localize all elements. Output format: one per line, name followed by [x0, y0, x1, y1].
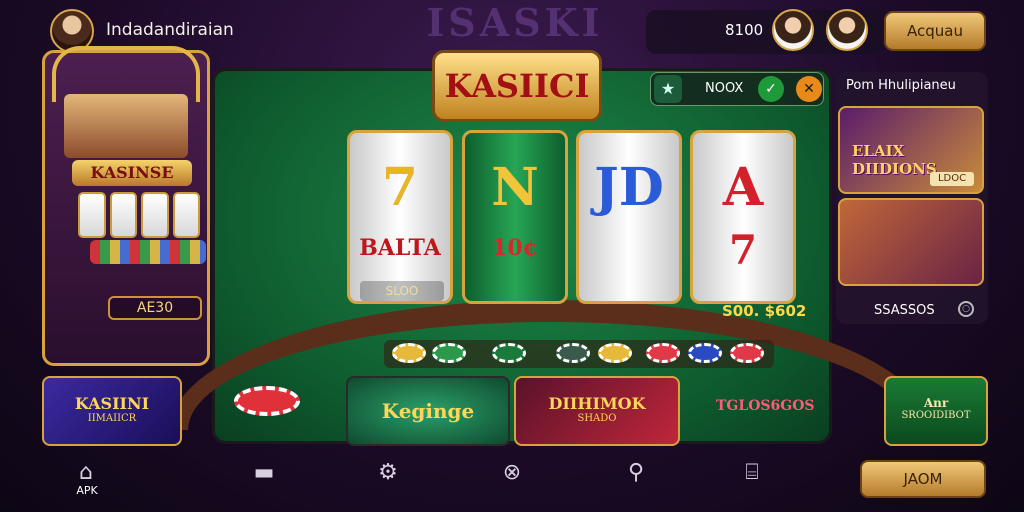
- friend-avatar[interactable]: [772, 9, 814, 51]
- chip[interactable]: [556, 343, 590, 363]
- game-card-badge: LDOC: [930, 172, 974, 186]
- win-amount: S00. $602: [722, 302, 807, 320]
- banner-keginge[interactable]: Keginge: [346, 376, 510, 446]
- banner-subtitle: SHADO: [577, 413, 617, 424]
- refresh-icon[interactable]: ○: [958, 301, 974, 317]
- reel-4: A 7: [690, 130, 796, 304]
- reel-symbol: 7: [381, 157, 419, 218]
- reel-symbol: 10¢: [492, 235, 538, 261]
- banner-subtitle: IIMAIICR: [87, 413, 137, 424]
- game-card[interactable]: [838, 198, 984, 286]
- banner-diihimok[interactable]: DIIHIMOK SHADO: [514, 376, 680, 446]
- mode-label: NOOX: [705, 81, 744, 96]
- chip[interactable]: [646, 343, 680, 363]
- chip[interactable]: [730, 343, 764, 363]
- chip[interactable]: [432, 343, 466, 363]
- reel-symbol: N: [491, 157, 539, 218]
- bag-icon[interactable]: ⌸: [732, 460, 772, 500]
- reel-symbol: 7: [729, 227, 757, 274]
- banner-subtitle: SROOIDIBOT: [901, 410, 971, 421]
- check-icon[interactable]: ✓: [758, 76, 784, 102]
- friend-avatar[interactable]: [826, 9, 868, 51]
- close-icon[interactable]: ✕: [796, 76, 822, 102]
- reel-symbol: BALTA: [359, 235, 441, 261]
- cabinet-reel: [172, 192, 200, 238]
- banner-kasiini[interactable]: KASIINI IIMAIICR: [42, 376, 182, 446]
- reel-symbol: A: [722, 157, 764, 218]
- chip[interactable]: [392, 343, 426, 363]
- cabinet-reel: [141, 192, 169, 238]
- cabinet-reel: [109, 192, 137, 238]
- cancel-icon[interactable]: ⊗: [492, 460, 532, 500]
- reel-1: 7 BALTA SLOO: [347, 130, 453, 304]
- star-icon[interactable]: ★: [654, 75, 682, 103]
- chip[interactable]: [492, 343, 526, 363]
- reel-label: SLOO: [360, 281, 444, 301]
- reel-3: JD: [576, 130, 682, 304]
- chip: [234, 386, 300, 416]
- gear-icon[interactable]: ⚙: [368, 460, 408, 500]
- banner-title: DIIHIMOK: [548, 394, 646, 413]
- banner-title: Anr: [923, 396, 949, 410]
- multiplayer-title: Pom Hhulipianeu: [846, 78, 956, 93]
- game-card-title: ELAIX DIIDIONS: [852, 142, 937, 178]
- multiplayer-footer: SSASSOS: [874, 303, 935, 318]
- banner-sroo[interactable]: Anr SROOIDIBOT: [884, 376, 988, 446]
- account-button[interactable]: Acquau: [884, 11, 986, 51]
- username: Indadandiraian: [106, 20, 234, 40]
- cabinet-reels: [78, 192, 200, 238]
- cabinet-screen: [64, 94, 188, 158]
- search-icon[interactable]: ⚲: [616, 460, 656, 500]
- chip[interactable]: [688, 343, 722, 363]
- cabinet-value: AE30: [108, 296, 202, 320]
- cabinet-buttons: [90, 240, 206, 264]
- nav-label-apk: APK: [76, 484, 98, 497]
- cabinet-title: KASINSE: [72, 160, 192, 186]
- promo-text[interactable]: TGLOS6GOS: [716, 398, 815, 414]
- join-button[interactable]: JAOM: [860, 460, 986, 498]
- anvil-icon[interactable]: ▬: [244, 460, 284, 500]
- chip[interactable]: [598, 343, 632, 363]
- banner-title: KASIINI: [74, 394, 150, 413]
- reel-symbol: JD: [594, 157, 664, 218]
- balance-amount: 8100: [725, 21, 764, 39]
- reel-2: N 10¢: [462, 130, 568, 304]
- cabinet-reel: [78, 192, 106, 238]
- game-logo: KASIICI: [432, 50, 602, 122]
